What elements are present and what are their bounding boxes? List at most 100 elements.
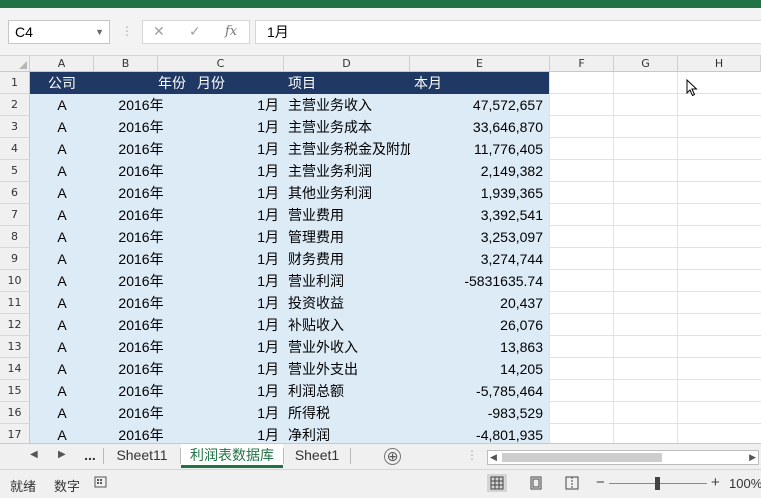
- cell-value[interactable]: -5,785,464: [410, 380, 550, 402]
- cell-item[interactable]: 投资收益: [284, 292, 410, 314]
- row-header[interactable]: 12: [0, 314, 30, 336]
- cell-item[interactable]: 管理费用: [284, 226, 410, 248]
- cell-item[interactable]: 主营业务收入: [284, 94, 410, 116]
- cell-month[interactable]: 1月: [158, 226, 284, 248]
- column-header[interactable]: G: [614, 56, 678, 72]
- cell-company[interactable]: A: [30, 292, 94, 314]
- cell-value[interactable]: -5831635.74: [410, 270, 550, 292]
- cell-month[interactable]: 1月: [158, 204, 284, 226]
- sheet-tab[interactable]: 利润表数据库: [181, 444, 283, 468]
- cell-item[interactable]: 净利润: [284, 424, 410, 443]
- row-header[interactable]: 7: [0, 204, 30, 226]
- column-header[interactable]: D: [284, 56, 410, 72]
- header-cell-item[interactable]: 项目: [284, 72, 410, 94]
- worksheet-grid[interactable]: 公司 年份 月份 项目 本月 A 2016年 1月 主营业务收入 47,572,657 A 2016年…: [30, 72, 761, 443]
- zoom-level[interactable]: 100%: [729, 476, 761, 491]
- row-header[interactable]: 4: [0, 138, 30, 160]
- cell-item[interactable]: 其他业务利润: [284, 182, 410, 204]
- column-header[interactable]: H: [678, 56, 761, 72]
- page-layout-view-icon[interactable]: [526, 474, 546, 492]
- cell-company[interactable]: A: [30, 270, 94, 292]
- zoom-out-button[interactable]: −: [596, 474, 605, 491]
- cell-company[interactable]: A: [30, 204, 94, 226]
- cell-month[interactable]: 1月: [158, 94, 284, 116]
- cell-value[interactable]: 14,205: [410, 358, 550, 380]
- cell-company[interactable]: A: [30, 182, 94, 204]
- cell-value[interactable]: 3,392,541: [410, 204, 550, 226]
- cell-value[interactable]: 3,253,097: [410, 226, 550, 248]
- cell-value[interactable]: 3,274,744: [410, 248, 550, 270]
- scroll-left-icon[interactable]: ◀: [490, 452, 497, 463]
- tab-scroll-right-icon[interactable]: ▶: [58, 449, 66, 460]
- cell-value[interactable]: 33,646,870: [410, 116, 550, 138]
- column-header[interactable]: F: [550, 56, 614, 72]
- cell-item[interactable]: 营业外支出: [284, 358, 410, 380]
- more-tabs-button[interactable]: ...: [80, 444, 100, 468]
- insert-function-icon[interactable]: fx: [225, 24, 237, 39]
- cell-value[interactable]: 47,572,657: [410, 94, 550, 116]
- sheet-tab[interactable]: Sheet11: [104, 444, 180, 468]
- row-header[interactable]: 8: [0, 226, 30, 248]
- scroll-right-icon[interactable]: ▶: [749, 452, 756, 463]
- cell-month[interactable]: 1月: [158, 424, 284, 443]
- add-sheet-icon[interactable]: ⊕: [384, 448, 401, 465]
- cell-value[interactable]: 2,149,382: [410, 160, 550, 182]
- zoom-slider-thumb[interactable]: [655, 477, 660, 490]
- column-header[interactable]: C: [158, 56, 284, 72]
- horizontal-scrollbar[interactable]: ◀ ▶: [487, 450, 759, 465]
- cell-company[interactable]: A: [30, 424, 94, 443]
- header-cell-value[interactable]: 本月: [410, 72, 550, 94]
- cell-item[interactable]: 所得税: [284, 402, 410, 424]
- row-header[interactable]: 1: [0, 72, 30, 94]
- column-header[interactable]: E: [410, 56, 550, 72]
- cell-company[interactable]: A: [30, 314, 94, 336]
- column-header[interactable]: B: [94, 56, 158, 72]
- cell-company[interactable]: A: [30, 402, 94, 424]
- scroll-thumb[interactable]: [502, 453, 662, 462]
- header-cell-month[interactable]: 月份: [165, 72, 265, 94]
- cell-month[interactable]: 1月: [158, 292, 284, 314]
- cell-value[interactable]: -4,801,935: [410, 424, 550, 443]
- row-header[interactable]: 2: [0, 94, 30, 116]
- cell-company[interactable]: A: [30, 248, 94, 270]
- cell-month[interactable]: 1月: [158, 402, 284, 424]
- cell-company[interactable]: A: [30, 160, 94, 182]
- column-header[interactable]: A: [30, 56, 94, 72]
- cell-month[interactable]: 1月: [158, 270, 284, 292]
- cell-item[interactable]: 营业利润: [284, 270, 410, 292]
- cell-month[interactable]: 1月: [158, 248, 284, 270]
- page-break-view-icon[interactable]: [562, 474, 582, 492]
- cell-month[interactable]: 1月: [158, 358, 284, 380]
- header-cell-company[interactable]: 公司: [30, 72, 94, 94]
- row-header[interactable]: 6: [0, 182, 30, 204]
- cell-value[interactable]: 13,863: [410, 336, 550, 358]
- cell-month[interactable]: 1月: [158, 116, 284, 138]
- row-header[interactable]: 11: [0, 292, 30, 314]
- cell-company[interactable]: A: [30, 336, 94, 358]
- row-header[interactable]: 9: [0, 248, 30, 270]
- cell-company[interactable]: A: [30, 358, 94, 380]
- select-all-button[interactable]: [0, 56, 30, 72]
- split-handle-icon[interactable]: ⋮: [466, 448, 478, 462]
- row-header[interactable]: 16: [0, 402, 30, 424]
- cell-item[interactable]: 利润总额: [284, 380, 410, 402]
- sheet-tab[interactable]: Sheet1: [284, 444, 350, 468]
- cancel-icon[interactable]: ✕: [153, 23, 165, 40]
- cell-item[interactable]: 主营业务税金及附加: [284, 138, 410, 160]
- cell-value[interactable]: 26,076: [410, 314, 550, 336]
- cell-company[interactable]: A: [30, 94, 94, 116]
- zoom-in-button[interactable]: +: [711, 474, 720, 491]
- cell-value[interactable]: 1,939,365: [410, 182, 550, 204]
- cell-item[interactable]: 主营业务利润: [284, 160, 410, 182]
- cell-month[interactable]: 1月: [158, 138, 284, 160]
- row-header[interactable]: 14: [0, 358, 30, 380]
- drag-handle-icon[interactable]: ⋮: [121, 24, 133, 38]
- row-header[interactable]: 3: [0, 116, 30, 138]
- row-header[interactable]: 10: [0, 270, 30, 292]
- formula-input[interactable]: 1月: [255, 20, 761, 44]
- cell-company[interactable]: A: [30, 226, 94, 248]
- row-header[interactable]: 13: [0, 336, 30, 358]
- cell-item[interactable]: 主营业务成本: [284, 116, 410, 138]
- cell-month[interactable]: 1月: [158, 182, 284, 204]
- cell-value[interactable]: 20,437: [410, 292, 550, 314]
